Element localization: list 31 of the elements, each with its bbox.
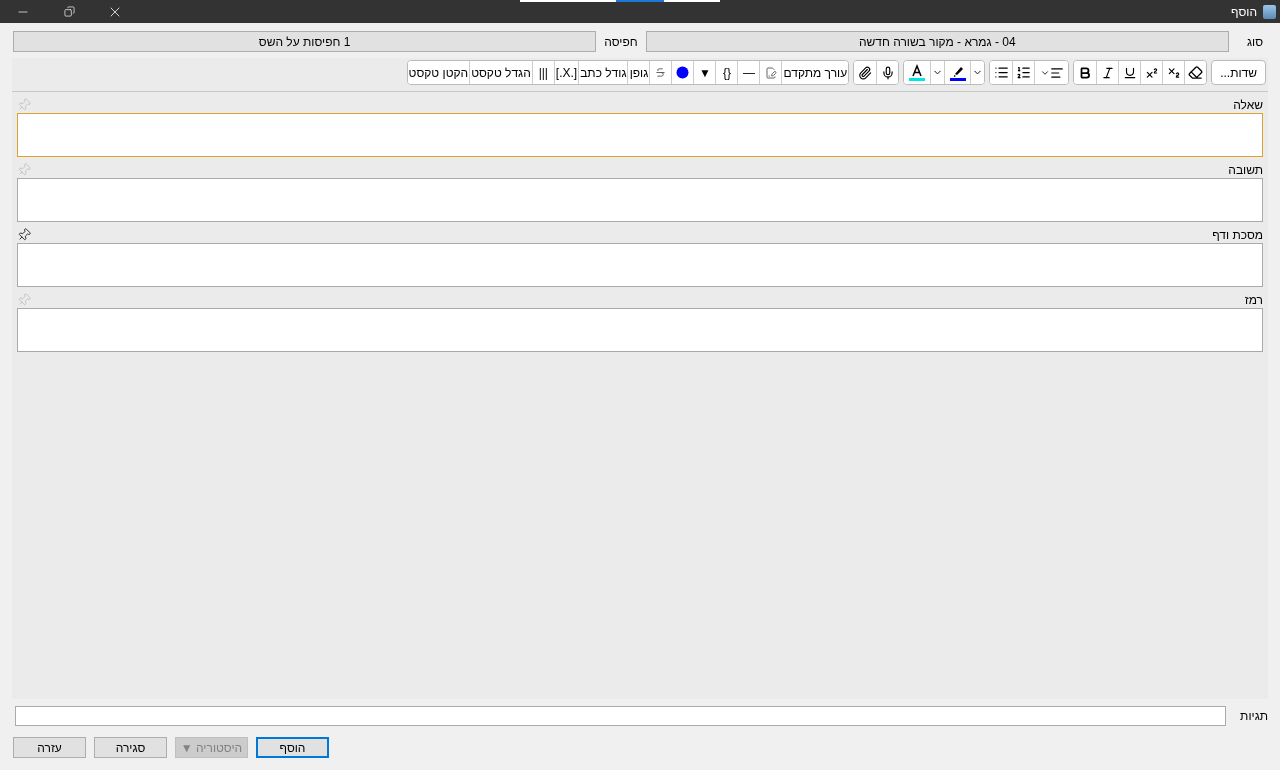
restore-icon[interactable] [63, 6, 75, 17]
dialog-button[interactable]: הוסף [256, 737, 329, 758]
pin-icon[interactable] [17, 227, 31, 242]
deck-label: חפיסה [604, 34, 638, 49]
dialog-button[interactable]: סגירה [94, 737, 167, 758]
font-button[interactable]: גופן [627, 61, 650, 84]
decrease-text-button[interactable]: הקטן טקסט [407, 61, 470, 84]
microphone-icon[interactable] [876, 61, 899, 84]
field-editor[interactable] [17, 178, 1263, 222]
cloze-button[interactable]: [.X.] [553, 61, 579, 84]
tags-label: תגיות [1240, 709, 1268, 723]
advanced-editor-button[interactable]: עורך מתקדם [781, 61, 849, 84]
note-type-button[interactable]: 04 - גמרא - מקור בשורה חדשה [645, 31, 1229, 52]
increase-text-button[interactable]: הגדל טקסט [469, 61, 532, 84]
align-icon[interactable] [1049, 65, 1064, 80]
field-editor[interactable] [17, 308, 1263, 352]
field-label: רמז [1244, 292, 1263, 307]
type-label: סוג [1246, 34, 1263, 49]
field-editor[interactable] [17, 243, 1263, 287]
fields-button[interactable]: שדות... [1211, 60, 1266, 85]
dialog-button[interactable]: עזרה [13, 737, 86, 758]
eraser-icon[interactable] [1184, 61, 1207, 84]
window-title: הוסף [1230, 4, 1257, 19]
app-icon [1263, 4, 1276, 19]
field-label: מסכת ודף [1212, 227, 1263, 242]
tags-field[interactable] [15, 706, 1227, 726]
field-label: תשובה [1228, 162, 1263, 177]
field-editor[interactable] [17, 113, 1263, 157]
field-label: שאלה [1233, 97, 1263, 112]
font-size-button[interactable]: גודל כתב [578, 61, 628, 84]
deck-button[interactable]: 1 חפיסות על השס [13, 31, 597, 52]
